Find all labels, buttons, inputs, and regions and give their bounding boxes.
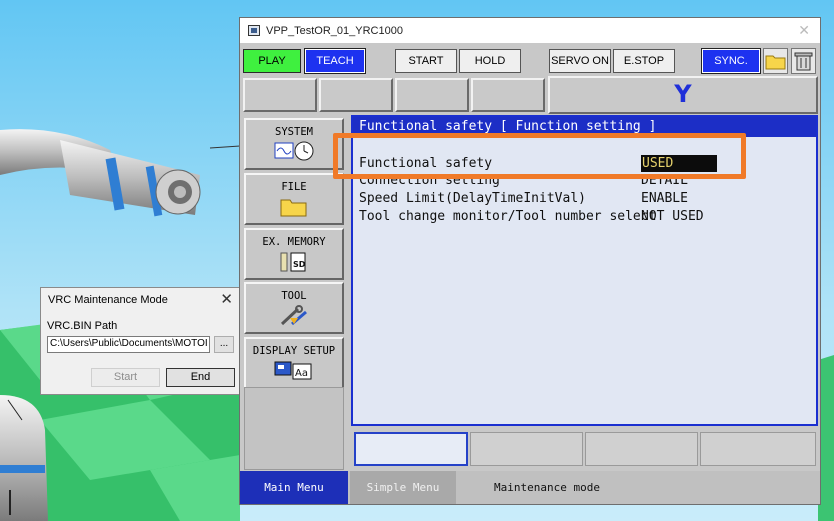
start-button[interactable]: Start	[91, 368, 160, 387]
svg-text:Aa: Aa	[295, 368, 308, 379]
blank-tab-4[interactable]	[471, 78, 545, 112]
row-tool-change-monitor[interactable]: Tool change monitor/Tool number select N…	[359, 208, 704, 225]
close-icon[interactable]: ✕	[798, 22, 810, 39]
simple-menu-button[interactable]: Simple Menu	[350, 471, 456, 504]
menu-file[interactable]: FILE	[244, 173, 344, 225]
hold-button[interactable]: HOLD	[459, 49, 521, 73]
menu-file-label: FILE	[281, 181, 307, 193]
vrc-maintenance-dialog: VRC Maintenance Mode ✕ VRC.BIN Path C:\U…	[40, 287, 240, 395]
menu-system-label: SYSTEM	[275, 126, 313, 138]
menu-ex-memory[interactable]: EX. MEMORY SD	[244, 228, 344, 280]
teach-button[interactable]: TEACH	[304, 48, 366, 74]
menu-empty-area	[244, 387, 344, 470]
blank-tab-1[interactable]	[243, 78, 317, 112]
servo-on-button[interactable]: SERVO ON	[549, 49, 611, 73]
sync-button[interactable]: SYNC.	[701, 48, 761, 74]
row-speed-limit[interactable]: Speed Limit(DelayTimeInitVal) ENABLE	[359, 190, 688, 207]
row-value[interactable]: ENABLE	[641, 190, 688, 207]
dialog-title: VRC Maintenance Mode	[48, 294, 168, 306]
row-label: Tool change monitor/Tool number select	[359, 209, 657, 224]
input-line-1[interactable]	[354, 432, 468, 466]
close-icon[interactable]: ✕	[220, 290, 233, 308]
input-line-3[interactable]	[585, 432, 698, 466]
row-label: Speed Limit(DelayTimeInitVal)	[359, 191, 586, 206]
highlight-box	[333, 133, 746, 179]
window-titlebar: VPP_TestOR_01_YRC1000 ✕	[240, 18, 820, 43]
blank-tab-3[interactable]	[395, 78, 469, 112]
display-setup-icon: Aa	[274, 361, 312, 380]
folder-icon[interactable]	[763, 48, 788, 74]
tool-icon	[280, 305, 307, 326]
menu-tool-label: TOOL	[281, 290, 307, 302]
estop-button[interactable]: E.STOP	[613, 49, 675, 73]
vrc-bin-path-input[interactable]: C:\Users\Public\Documents\MOTOI	[47, 336, 210, 353]
menu-display-setup[interactable]: DISPLAY SETUP Aa	[244, 337, 344, 389]
input-line-2[interactable]	[470, 432, 583, 466]
menu-tool[interactable]: TOOL	[244, 282, 344, 334]
sd-card-icon: SD	[280, 252, 306, 272]
trash-icon[interactable]	[791, 48, 816, 74]
menu-display-setup-label: DISPLAY SETUP	[252, 345, 336, 357]
vrc-bin-path-label: VRC.BIN Path	[47, 320, 118, 332]
input-line-4[interactable]	[700, 432, 816, 466]
play-button[interactable]: PLAY	[243, 49, 301, 73]
axis-indicator: Y	[548, 76, 818, 114]
main-menu-button[interactable]: Main Menu	[240, 471, 348, 504]
folder-icon	[280, 199, 307, 217]
end-button[interactable]: End	[166, 368, 235, 387]
status-bar: Main Menu Simple Menu Maintenance mode	[240, 471, 820, 504]
window-title: VPP_TestOR_01_YRC1000	[266, 25, 403, 37]
mode-status: Maintenance mode	[494, 481, 600, 494]
pendant-window: VPP_TestOR_01_YRC1000 ✕ PLAY TEACH START…	[239, 17, 821, 505]
app-icon	[248, 25, 260, 36]
svg-text:SD: SD	[293, 260, 306, 269]
menu-ex-memory-label: EX. MEMORY	[262, 236, 326, 248]
menu-system[interactable]: SYSTEM	[244, 118, 344, 170]
start-button[interactable]: START	[395, 49, 457, 73]
row-value[interactable]: NOT USED	[641, 208, 704, 225]
browse-button[interactable]: ...	[214, 336, 234, 353]
blank-tab-2[interactable]	[319, 78, 393, 112]
system-icon	[274, 141, 314, 161]
